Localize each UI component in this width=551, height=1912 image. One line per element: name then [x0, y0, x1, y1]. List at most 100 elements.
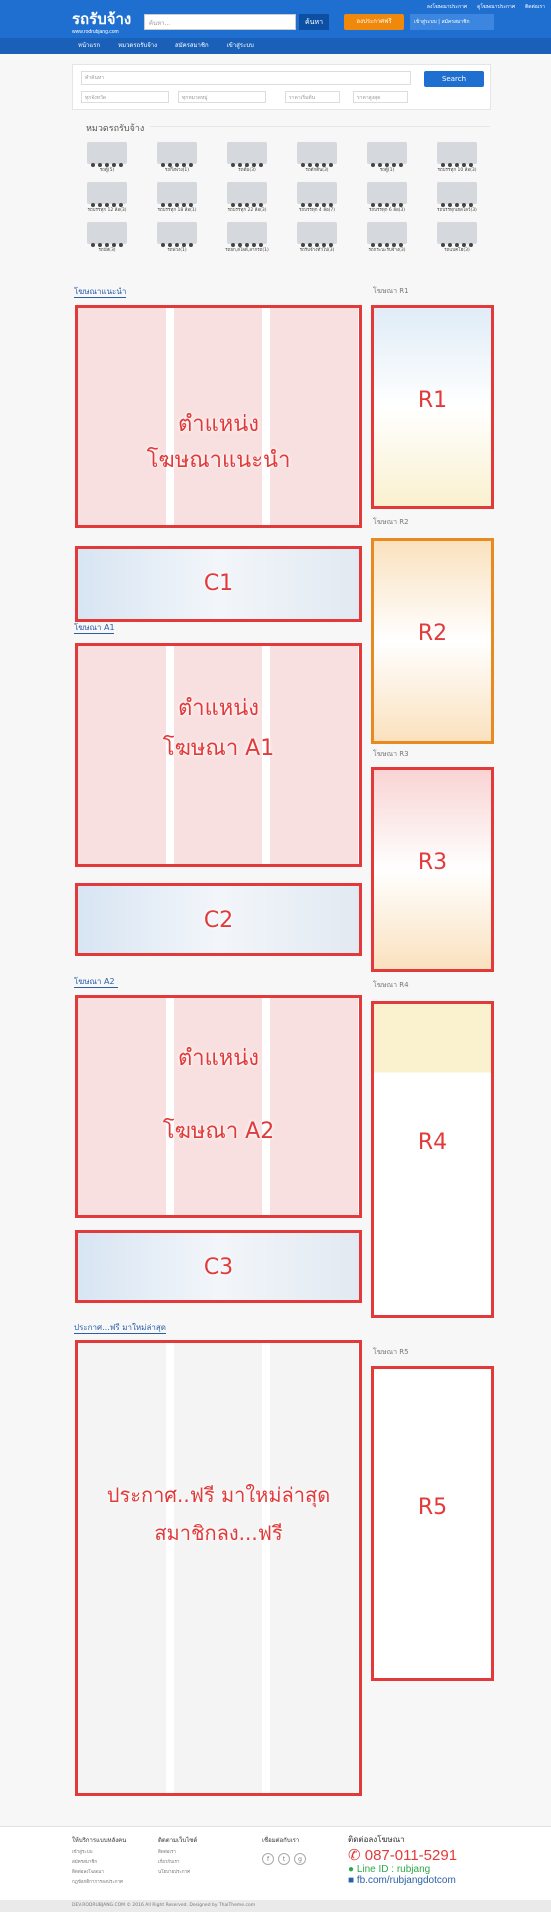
contact-title: ติดต่อลงโฆษณา [348, 1835, 405, 1844]
keyword-input[interactable]: คำค้นหา [81, 71, 411, 85]
ad-label: ตำแหน่ง [177, 696, 260, 721]
nav-item-home[interactable]: หน้าแรก [78, 38, 100, 54]
ad-slot-a1[interactable]: ตำแหน่ง โฆษณา A1 [75, 643, 362, 867]
top-links: ลงโฆษณาประกาศ ดูโฆษณาประกาศ ติดต่อเรา [427, 3, 545, 11]
ad-label: R3 [417, 850, 448, 875]
ad-slot-r1[interactable]: R1 [371, 305, 494, 509]
twitter-icon[interactable]: t [278, 1853, 290, 1865]
ad-placeholder-image [78, 1343, 359, 1793]
contact-phone[interactable]: ✆ 087-011-5291 [348, 1846, 457, 1864]
category-item[interactable]: รถยก,สไลด์,ลากรถ(1) [212, 218, 282, 258]
category-item[interactable]: รถพ่วง(1) [142, 218, 212, 258]
section-underline [74, 987, 118, 988]
header-search-input[interactable]: ค้นหา... [144, 14, 296, 30]
top-link-post[interactable]: ลงโฆษณาประกาศ [427, 3, 467, 11]
category-label: รถกึ่งพ่วง(1) [164, 168, 190, 173]
ad-label: โฆษณา A2 [162, 1119, 275, 1144]
nav-item-login[interactable]: เข้าสู่ระบบ [227, 38, 254, 54]
category-label: รถรับจ้างทั่วไป(3) [299, 248, 335, 253]
contact-line[interactable]: ● Line ID : rubjang [348, 1864, 457, 1875]
category-item[interactable]: รถบัส(3) [72, 218, 142, 258]
category-label: รถบรรทุก 22 ล้อ(3) [227, 208, 267, 213]
line-id: Line ID : rubjang [356, 1864, 431, 1875]
login-register-button[interactable]: เข้าสู่ระบบ | สมัครสมาชิก [410, 14, 494, 30]
province-select[interactable]: ทุกจังหวัด [81, 91, 169, 103]
footer-link[interactable]: ติดต่อลงโฆษณา [72, 1868, 126, 1875]
google-plus-icon[interactable]: g [294, 1853, 306, 1865]
truck-icon [87, 142, 127, 167]
category-select[interactable]: ทุกหมวดหมู่ [178, 91, 266, 103]
category-item[interactable]: รถกึ่งพ่วง(1) [142, 138, 212, 178]
ad-slot-r5[interactable]: R5 [371, 1366, 494, 1681]
ad-slot-latest[interactable]: ประกาศ..ฟรี มาใหม่ล่าสุด สมาชิกลง...ฟรี [75, 1340, 362, 1796]
truck-icon [297, 182, 337, 207]
category-label: รถบรรทุกเฮลโลว์(3) [437, 208, 477, 213]
section-title-r2: โฆษณา R2 [373, 518, 409, 526]
category-item[interactable]: รถแบคโฮ(3) [422, 218, 492, 258]
category-label: รถกระบะรับจ้าง(3) [368, 248, 406, 253]
category-item[interactable]: รถบรรทุก 4 ล้อ(7) [282, 178, 352, 218]
section-title-r4: โฆษณา R4 [373, 981, 409, 989]
ad-slot-a2[interactable]: ตำแหน่ง โฆษณา A2 [75, 995, 362, 1218]
ad-label: R2 [417, 621, 448, 646]
category-item[interactable]: รถตู้(1) [352, 138, 422, 178]
category-item[interactable]: รถกระบะรับจ้าง(3) [352, 218, 422, 258]
site-logo[interactable]: รถรับจ้าง www.rodrubjang.com [72, 7, 131, 35]
footer-link[interactable]: ติดต่อเรา [158, 1848, 197, 1855]
footer-link[interactable]: สมัครสมาชิก [72, 1858, 126, 1865]
ad-slot-c1[interactable]: C1 [75, 546, 362, 622]
truck-icon [437, 222, 477, 247]
category-item[interactable]: รถบรรทุก 22 ล้อ(3) [212, 178, 282, 218]
nav-item-categories[interactable]: หมวดรถรับจ้าง [118, 38, 157, 54]
category-label: รถบรรทุก 10 ล้อ(3) [437, 168, 477, 173]
category-item[interactable]: รถบรรทุก 18 ล้อ(1) [142, 178, 212, 218]
facebook-icon[interactable]: f [262, 1853, 274, 1865]
categories-title: หมวดรถรับจ้าง [86, 124, 145, 134]
category-label: รถตู้(1) [379, 168, 395, 173]
footer-link[interactable]: กฎข้อกติกาการลงประกาศ [72, 1878, 126, 1885]
logo-subtext: www.rodrubjang.com [72, 29, 119, 35]
ad-label: R5 [417, 1495, 448, 1520]
section-underline [74, 1333, 166, 1334]
ad-slot-c3[interactable]: C3 [75, 1230, 362, 1303]
truck-icon [157, 182, 197, 207]
truck-icon [227, 142, 267, 167]
ad-slot-r4[interactable]: R4 [371, 1001, 494, 1318]
footer-link[interactable]: เกี่ยวกับเรา [158, 1858, 197, 1865]
section-underline [74, 633, 114, 634]
post-ad-button[interactable]: ลงประกาศฟรี [344, 14, 404, 30]
category-item[interactable]: รถรับจ้างทั่วไป(3) [282, 218, 352, 258]
category-label: รถบรรทุก 18 ล้อ(1) [157, 208, 197, 213]
contact-facebook[interactable]: ■ fb.com/rubjangdotcom [348, 1875, 457, 1886]
top-link-view[interactable]: ดูโฆษณาประกาศ [477, 3, 515, 11]
ad-slot-recommended[interactable]: ตำแหน่ง โฆษณาแนะนำ [75, 305, 362, 528]
category-item[interactable]: รถตู้(5) [72, 138, 142, 178]
header-search-button[interactable]: ค้นหา [299, 14, 329, 30]
ad-placeholder-image [374, 1369, 491, 1678]
category-item[interactable]: รถบรรทุก 10 ล้อ(3) [422, 138, 492, 178]
category-item[interactable]: รถบรรทุก 6 ล้อ(3) [352, 178, 422, 218]
categories-divider [150, 126, 490, 127]
footer-link[interactable]: นโยบายประกาศ [158, 1868, 197, 1875]
category-item[interactable]: รถบรรทุกเฮลโลว์(3) [422, 178, 492, 218]
filter-search-button[interactable]: Search [424, 71, 484, 87]
category-item[interactable]: รถดั้ม(3) [212, 138, 282, 178]
price-max-input[interactable]: ราคาสูงสุด [353, 91, 408, 103]
ad-slot-c2[interactable]: C2 [75, 883, 362, 956]
category-item[interactable]: รถบรรทุก 12 ล้อ(3) [72, 178, 142, 218]
section-title-r3: โฆษณา R3 [373, 750, 409, 758]
category-label: รถตักดิน(3) [305, 168, 329, 173]
top-link-contact[interactable]: ติดต่อเรา [525, 3, 545, 11]
logo-text: รถรับจ้าง [72, 11, 132, 28]
truck-icon [367, 222, 407, 247]
price-min-input[interactable]: ราคาเริ่มต้น [285, 91, 340, 103]
category-grid: รถตู้(5) รถกึ่งพ่วง(1) รถดั้ม(3) รถตักดิน(3… [72, 138, 492, 258]
nav-item-register[interactable]: สมัครสมาชิก [175, 38, 209, 54]
ad-slot-r3[interactable]: R3 [371, 767, 494, 972]
footer-link[interactable]: เข้าสู่ระบบ [72, 1848, 126, 1855]
ad-label: โฆษณาแนะนำ [146, 448, 291, 473]
ad-slot-r2[interactable]: R2 [371, 538, 494, 744]
ad-label: ประกาศ..ฟรี มาใหม่ล่าสุด [106, 1483, 331, 1507]
ad-label: โฆษณา A1 [162, 736, 275, 761]
category-item[interactable]: รถตักดิน(3) [282, 138, 352, 178]
